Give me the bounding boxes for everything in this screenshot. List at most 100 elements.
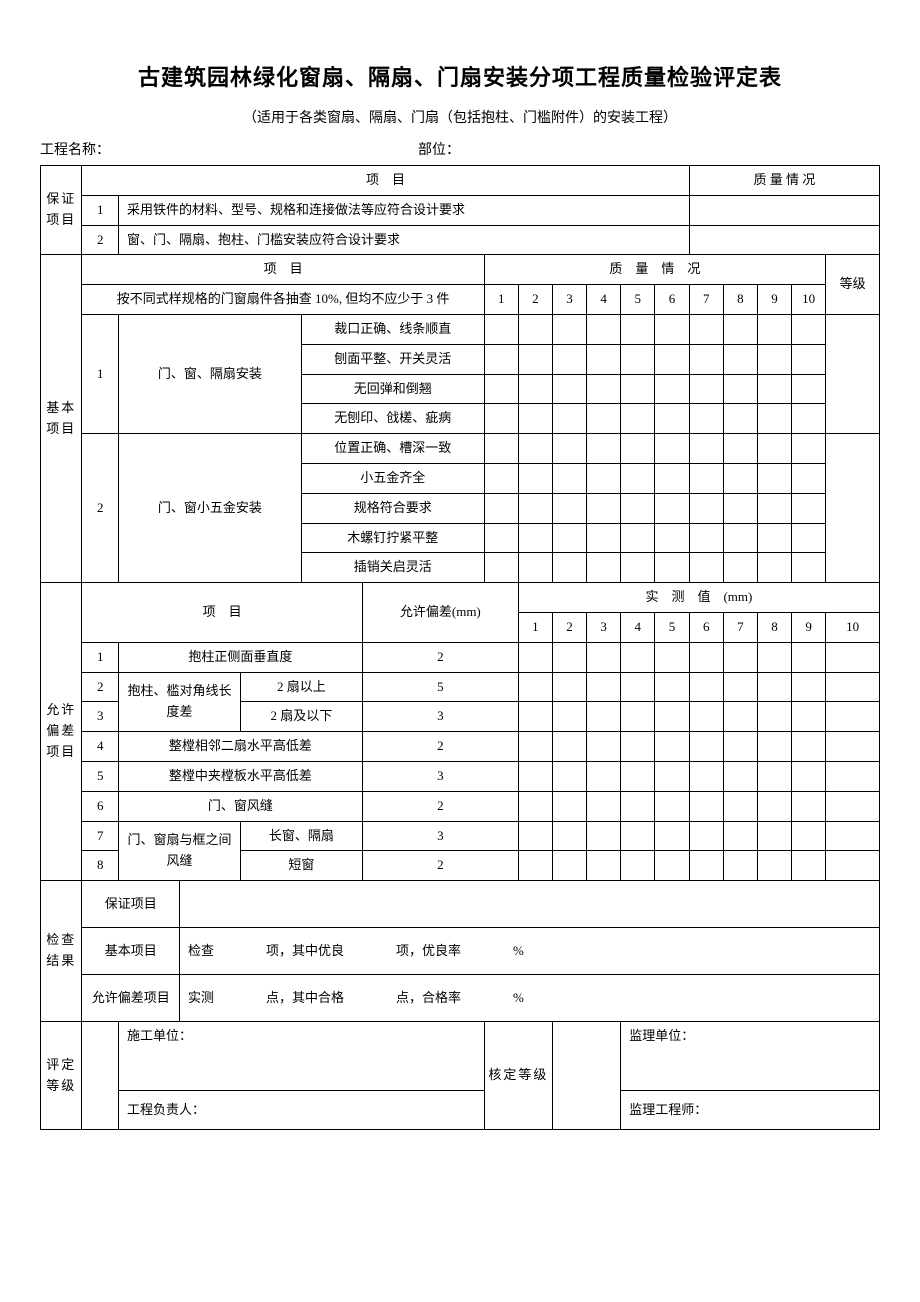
tol-cell[interactable]: [826, 761, 880, 791]
basic-cell[interactable]: [792, 434, 826, 464]
basic-cell[interactable]: [757, 434, 791, 464]
basic-cell[interactable]: [655, 553, 689, 583]
tol-cell[interactable]: [826, 732, 880, 762]
basic-cell[interactable]: [689, 404, 723, 434]
basic-cell[interactable]: [552, 314, 586, 344]
tol-cell[interactable]: [655, 821, 689, 851]
basic-cell[interactable]: [792, 404, 826, 434]
tol-cell[interactable]: [518, 761, 552, 791]
tol-cell[interactable]: [723, 761, 757, 791]
tol-cell[interactable]: [757, 672, 791, 702]
result-basic-text[interactable]: 检查 项，其中优良 项，优良率 %: [179, 928, 879, 975]
basic-grade-cell[interactable]: [826, 314, 880, 433]
basic-cell[interactable]: [757, 314, 791, 344]
eval-contractor-label[interactable]: 施工单位：: [119, 1022, 485, 1091]
tol-cell[interactable]: [757, 732, 791, 762]
tol-cell[interactable]: [518, 791, 552, 821]
basic-cell[interactable]: [518, 553, 552, 583]
result-tolerance-text[interactable]: 实测 点，其中合格 点，合格率 %: [179, 975, 879, 1022]
tol-cell[interactable]: [792, 702, 826, 732]
tol-cell[interactable]: [587, 702, 621, 732]
tol-cell[interactable]: [587, 821, 621, 851]
basic-cell[interactable]: [792, 493, 826, 523]
tol-cell[interactable]: [552, 702, 586, 732]
tol-cell[interactable]: [689, 702, 723, 732]
basic-cell[interactable]: [552, 523, 586, 553]
tol-cell[interactable]: [723, 851, 757, 881]
basic-cell[interactable]: [587, 404, 621, 434]
basic-cell[interactable]: [757, 493, 791, 523]
basic-cell[interactable]: [655, 463, 689, 493]
tol-cell[interactable]: [552, 821, 586, 851]
tol-cell[interactable]: [792, 851, 826, 881]
tol-cell[interactable]: [621, 851, 655, 881]
tol-cell[interactable]: [723, 791, 757, 821]
basic-cell[interactable]: [757, 374, 791, 404]
tol-cell[interactable]: [655, 642, 689, 672]
tol-cell[interactable]: [552, 791, 586, 821]
basic-cell[interactable]: [723, 404, 757, 434]
basic-cell[interactable]: [484, 404, 518, 434]
tol-cell[interactable]: [792, 642, 826, 672]
tol-cell[interactable]: [757, 791, 791, 821]
tol-cell[interactable]: [723, 702, 757, 732]
basic-cell[interactable]: [587, 523, 621, 553]
tol-cell[interactable]: [655, 851, 689, 881]
basic-cell[interactable]: [621, 434, 655, 464]
basic-cell[interactable]: [723, 344, 757, 374]
tol-cell[interactable]: [518, 642, 552, 672]
basic-cell[interactable]: [484, 493, 518, 523]
guarantee-row-value[interactable]: [689, 225, 879, 255]
tol-cell[interactable]: [689, 851, 723, 881]
basic-cell[interactable]: [552, 553, 586, 583]
basic-cell[interactable]: [655, 493, 689, 523]
tol-cell[interactable]: [587, 791, 621, 821]
tol-cell[interactable]: [621, 791, 655, 821]
basic-cell[interactable]: [518, 314, 552, 344]
basic-cell[interactable]: [484, 344, 518, 374]
basic-cell[interactable]: [757, 463, 791, 493]
tol-cell[interactable]: [655, 672, 689, 702]
basic-cell[interactable]: [587, 434, 621, 464]
basic-cell[interactable]: [552, 404, 586, 434]
basic-cell[interactable]: [484, 553, 518, 583]
tol-cell[interactable]: [792, 791, 826, 821]
basic-cell[interactable]: [689, 523, 723, 553]
basic-cell[interactable]: [792, 314, 826, 344]
basic-cell[interactable]: [792, 344, 826, 374]
tol-cell[interactable]: [826, 642, 880, 672]
basic-cell[interactable]: [792, 463, 826, 493]
tol-cell[interactable]: [757, 761, 791, 791]
basic-cell[interactable]: [655, 404, 689, 434]
eval-manager-label[interactable]: 工程负责人：: [119, 1091, 485, 1130]
basic-cell[interactable]: [518, 344, 552, 374]
basic-cell[interactable]: [621, 523, 655, 553]
basic-cell[interactable]: [792, 553, 826, 583]
tol-cell[interactable]: [621, 642, 655, 672]
tol-cell[interactable]: [621, 761, 655, 791]
eval-supervisor-label[interactable]: 监理单位：: [621, 1022, 880, 1091]
basic-cell[interactable]: [621, 463, 655, 493]
basic-cell[interactable]: [552, 344, 586, 374]
basic-cell[interactable]: [587, 314, 621, 344]
basic-cell[interactable]: [484, 523, 518, 553]
basic-cell[interactable]: [518, 374, 552, 404]
basic-cell[interactable]: [655, 374, 689, 404]
basic-cell[interactable]: [587, 374, 621, 404]
tol-cell[interactable]: [552, 732, 586, 762]
tol-cell[interactable]: [826, 821, 880, 851]
basic-cell[interactable]: [792, 523, 826, 553]
tol-cell[interactable]: [723, 642, 757, 672]
basic-cell[interactable]: [587, 463, 621, 493]
basic-cell[interactable]: [552, 374, 586, 404]
tol-cell[interactable]: [552, 761, 586, 791]
tol-cell[interactable]: [723, 732, 757, 762]
tol-cell[interactable]: [518, 821, 552, 851]
tol-cell[interactable]: [826, 851, 880, 881]
basic-cell[interactable]: [757, 344, 791, 374]
tol-cell[interactable]: [552, 642, 586, 672]
basic-grade-cell[interactable]: [826, 434, 880, 583]
tol-cell[interactable]: [757, 821, 791, 851]
tol-cell[interactable]: [723, 821, 757, 851]
tol-cell[interactable]: [621, 702, 655, 732]
